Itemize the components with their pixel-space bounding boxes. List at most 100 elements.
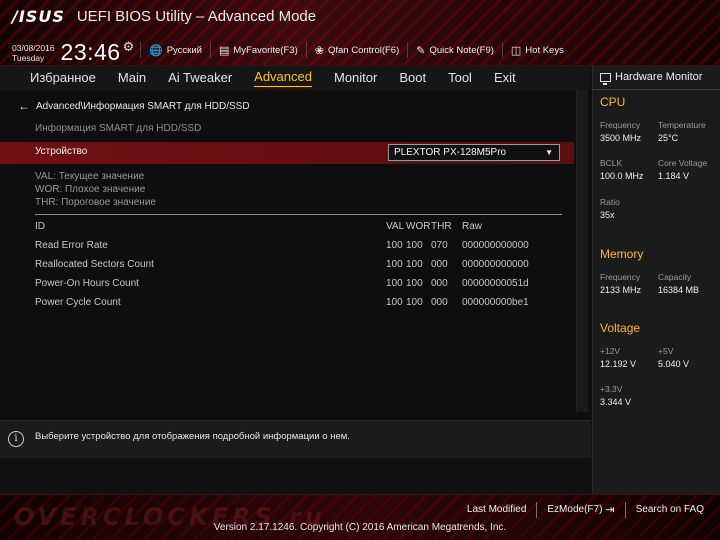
datetime: 03/08/2016 Tuesday 23:46 ⚙ [12,39,135,65]
tab-favorites[interactable]: Избранное [30,70,96,87]
empty-area [0,458,591,494]
breadcrumb: ← Advanced\Информация SMART для HDD/SSD [18,99,250,113]
hot-keys-button[interactable]: ◫ Hot Keys [501,42,572,58]
device-label: Устройство [35,146,88,157]
myfavorite-label: MyFavorite(F3) [233,44,298,56]
core-voltage-label: Core Voltage [658,158,708,168]
memory-capacity-value: 16384 MB [658,285,700,295]
v12-label: +12V [600,346,621,356]
core-voltage-value: 1.184 V [658,171,690,181]
legend-wor: WOR: Плохое значение [35,184,146,195]
row-raw: 000000000be1 [462,297,529,308]
row-id: Power-On Hours Count [35,278,139,289]
utility-bar: 🌐 Русский ▤ MyFavorite(F3) ❀ Qfan Contro… [140,42,572,58]
cpu-temperature-label: Temperature [658,120,706,130]
ratio-value: 35x [600,210,615,220]
ezmode-button[interactable]: EzMode(F7) ⇥ [536,502,624,518]
memory-frequency-value: 2133 MHz [600,285,642,295]
tab-tool[interactable]: Tool [448,70,472,87]
monitor-icon [600,72,611,85]
chevron-down-icon: ▼ [545,148,553,157]
footer-bar: OVERCLOCKERS.ru Last Modified EzMode(F7)… [0,494,720,540]
myfavorite-button[interactable]: ▤ MyFavorite(F3) [209,42,306,58]
main-panel: ← Advanced\Информация SMART для HDD/SSD … [0,90,591,420]
asus-logo: /ISUS [12,7,65,26]
row-wor: 100 [406,297,423,308]
cpu-frequency-label: Frequency [600,120,641,130]
row-thr: 000 [431,297,448,308]
cpu-frequency-value: 3500 MHz [600,133,642,143]
memory-frequency-label: Frequency [600,272,641,282]
tab-advanced[interactable]: Advanced [254,69,312,87]
hardware-monitor-panel: Hardware Monitor CPU Frequency Temperatu… [592,66,720,494]
title-row: /ISUS UEFI BIOS Utility – Advanced Mode [12,7,316,26]
row-raw: 00000000051d [462,278,529,289]
row-thr: 000 [431,259,448,270]
switch-mode-icon: ⇥ [605,504,615,516]
main-tabs: Избранное Main Ai Tweaker Advanced Monit… [0,66,591,90]
row-thr: 070 [431,240,448,251]
legend-val: VAL: Текущее значение [35,171,145,182]
row-id: Power Cycle Count [35,297,121,308]
quick-note-label: Quick Note(F9) [429,44,494,56]
row-wor: 100 [406,278,423,289]
footer-links: Last Modified EzMode(F7) ⇥ Search on FAQ [457,502,714,518]
tab-exit[interactable]: Exit [494,70,516,87]
tab-main[interactable]: Main [118,70,146,87]
divider [35,214,562,215]
tab-boot[interactable]: Boot [399,70,426,87]
header-bar: /ISUS UEFI BIOS Utility – Advanced Mode … [0,0,720,66]
fan-icon: ❀ [314,44,324,57]
app-title: UEFI BIOS Utility – Advanced Mode [76,8,317,25]
v33-label: +3.3V [600,384,623,394]
header-thr: THR [431,221,452,232]
header-raw: Raw [462,221,483,232]
quick-note-button[interactable]: ✎ Quick Note(F9) [407,42,502,58]
v5-label: +5V [658,346,674,356]
date: 03/08/2016 [12,43,55,53]
tab-ai-tweaker[interactable]: Ai Tweaker [168,70,232,87]
bclk-value: 100.0 MHz [600,171,644,181]
page-subheading: Информация SMART для HDD/SSD [35,123,202,134]
cpu-temperature-value: 25°C [658,133,679,143]
tab-monitor[interactable]: Monitor [334,70,377,87]
weekday: Tuesday [12,53,45,63]
voltage-heading: Voltage [600,321,641,335]
device-row[interactable]: Устройство PLEXTOR PX-128M5Pro ▼ [0,142,574,164]
version-text: Version 2.17.1246. Copyright (C) 2016 Am… [213,522,507,533]
ezmode-label: EzMode(F7) [547,504,603,515]
row-val: 100 [386,297,403,308]
row-val: 100 [386,240,403,251]
legend: VAL: Текущее значение WOR: Плохое значен… [35,170,156,209]
favorite-icon: ▤ [218,44,230,57]
divider [593,89,720,90]
row-thr: 000 [431,278,448,289]
qfan-control-button[interactable]: ❀ Qfan Control(F6) [305,42,408,58]
row-raw: 000000000000 [462,240,529,251]
v5-value: 5.040 V [658,359,690,369]
header-id: ID [35,221,45,232]
row-val: 100 [386,278,403,289]
clock-time: 23:46 [60,39,121,65]
search-faq-button[interactable]: Search on FAQ [624,502,714,518]
info-icon: i [8,431,24,447]
v33-value: 3.344 V [600,397,632,407]
note-icon: ✎ [416,44,426,57]
memory-capacity-label: Capacity [658,272,692,282]
hardware-monitor-label: Hardware Monitor [615,71,703,83]
breadcrumb-text: Advanced\Информация SMART для HDD/SSD [36,100,250,112]
hardware-monitor-title: Hardware Monitor [600,71,703,85]
language-button[interactable]: 🌐 Русский [140,42,210,58]
language-label: Русский [166,44,202,56]
row-id: Read Error Rate [35,240,108,251]
qfan-label: Qfan Control(F6) [327,44,400,56]
info-text: Выберите устройство для отображения подр… [35,431,350,442]
scrollbar[interactable] [576,90,588,412]
row-wor: 100 [406,259,423,270]
device-select-value: PLEXTOR PX-128M5Pro [394,147,507,158]
globe-icon: 🌐 [149,44,163,57]
back-arrow-icon[interactable]: ← [18,99,30,113]
device-select[interactable]: PLEXTOR PX-128M5Pro ▼ [388,144,560,161]
gear-icon[interactable]: ⚙ [123,39,135,55]
last-modified-button[interactable]: Last Modified [457,502,536,518]
